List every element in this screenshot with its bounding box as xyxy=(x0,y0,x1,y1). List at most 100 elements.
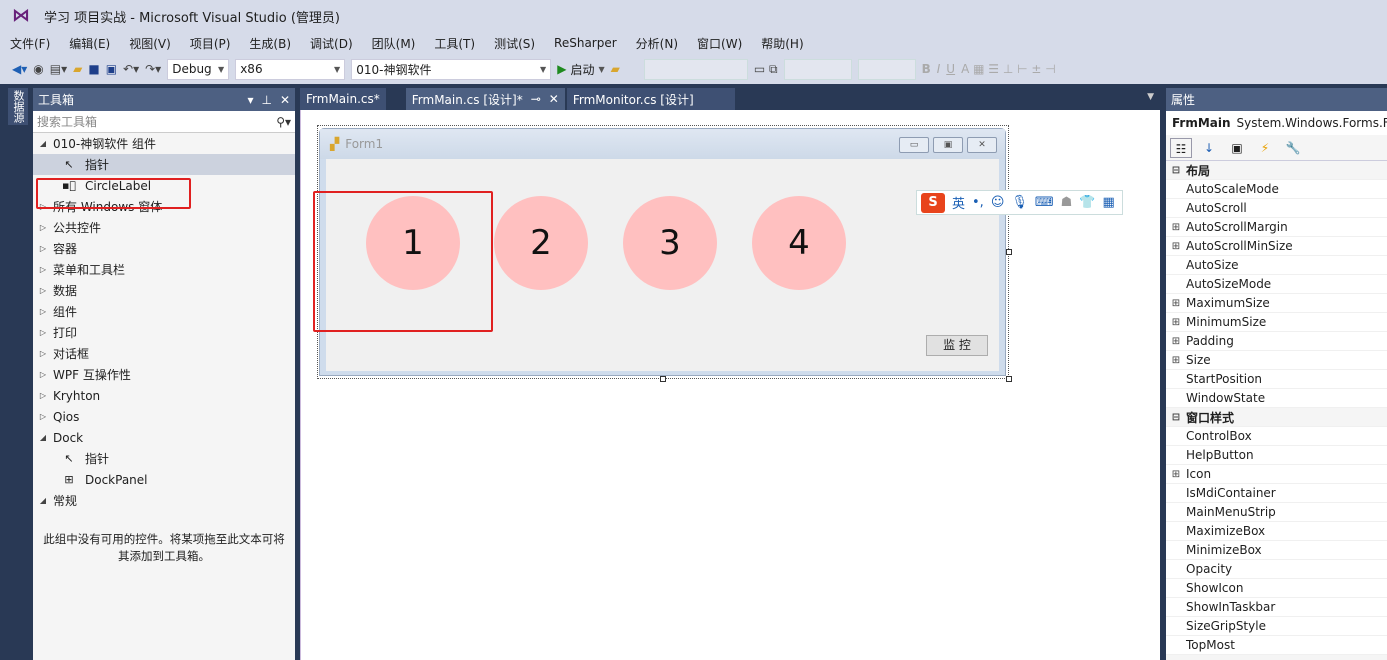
save-all-icon[interactable]: ▣ xyxy=(106,62,117,76)
collapsed-arrow-icon[interactable]: ▷ xyxy=(33,412,53,421)
property-row[interactable]: AutoSize xyxy=(1166,256,1387,275)
keyboard-icon[interactable]: ⌨ xyxy=(1035,195,1054,210)
property-row[interactable]: MinimizeBox xyxy=(1166,541,1387,560)
forward-icon[interactable]: ◉ xyxy=(33,62,43,76)
menu-item[interactable]: 生成(B) xyxy=(249,35,291,52)
expand-icon[interactable]: ⊞ xyxy=(1166,355,1186,366)
collapsed-arrow-icon[interactable]: ▷ xyxy=(33,349,53,358)
property-row[interactable]: ⊞ Icon xyxy=(1166,465,1387,484)
circle-label-3[interactable]: 3 xyxy=(623,196,717,290)
collapsed-arrow-icon[interactable]: ▷ xyxy=(33,328,53,337)
collapsed-arrow-icon[interactable]: ▷ xyxy=(33,265,53,274)
font-name-select[interactable] xyxy=(643,58,748,80)
toolbox-item[interactable]: ↖ 指针 xyxy=(33,448,295,469)
property-row[interactable]: ControlBox xyxy=(1166,427,1387,446)
search-icon[interactable]: ⚲▾ xyxy=(276,115,291,129)
toolbox-group[interactable]: ▷ 数据 xyxy=(33,280,295,301)
property-row[interactable]: IsMdiContainer xyxy=(1166,484,1387,503)
punctuation-icon[interactable]: •, xyxy=(972,195,984,210)
toolbox-group[interactable]: ▷ 容器 xyxy=(33,238,295,259)
toolbox-group[interactable]: ▷ 菜单和工具栏 xyxy=(33,259,295,280)
align-icons[interactable]: A ▦ ☰ ⊥ ⊢ ± ⊣ xyxy=(961,62,1056,76)
format-icon[interactable]: ▭ ⧉ xyxy=(754,62,778,77)
property-row[interactable]: MainMenuStrip xyxy=(1166,503,1387,522)
start-button[interactable]: ▶ 启动 ▼ xyxy=(557,61,604,78)
expand-icon[interactable]: ⊞ xyxy=(1166,469,1186,480)
property-row[interactable]: Opacity xyxy=(1166,560,1387,579)
user-icon[interactable]: ☗ xyxy=(1061,195,1073,210)
toolbox-search[interactable]: 搜索工具箱 ⚲▾ xyxy=(33,111,295,133)
toolbox-item[interactable]: ↖ 指针 xyxy=(33,154,295,175)
property-row[interactable]: AutoScaleMode xyxy=(1166,180,1387,199)
back-icon[interactable]: ◀▾ xyxy=(12,62,27,76)
property-row[interactable]: ⊞ Size xyxy=(1166,351,1387,370)
emoji-icon[interactable]: ☺ xyxy=(991,195,1005,210)
events-icon[interactable]: ⚡ xyxy=(1254,138,1276,158)
tab-frmmain-design[interactable]: FrmMain.cs [设计]* ⊸ ✕ xyxy=(405,88,565,110)
resize-handle[interactable] xyxy=(1006,376,1012,382)
menu-item[interactable]: ReSharper xyxy=(554,36,617,50)
settings-wrench-icon[interactable]: 🔧 xyxy=(1282,138,1304,158)
italic-icon[interactable]: I xyxy=(937,62,941,76)
toolbox-grid-icon[interactable]: ▦ xyxy=(1103,195,1115,210)
collapsed-arrow-icon[interactable]: ▷ xyxy=(33,307,53,316)
collapsed-arrow-icon[interactable]: ▷ xyxy=(33,223,53,232)
menu-item[interactable]: 工具(T) xyxy=(434,35,475,52)
property-row[interactable]: ShowIcon xyxy=(1166,579,1387,598)
collapsed-arrow-icon[interactable]: ▷ xyxy=(33,391,53,400)
property-category[interactable]: ⊟ 窗口样式 xyxy=(1166,408,1387,427)
open-icon[interactable]: ▰ xyxy=(73,62,82,76)
circle-label-2[interactable]: 2 xyxy=(494,196,588,290)
toolbox-group[interactable]: ▷ 组件 xyxy=(33,301,295,322)
save-icon[interactable]: ■ xyxy=(88,62,99,76)
toolbox-group[interactable]: ▷ 公共控件 xyxy=(33,217,295,238)
toolbox-search-input[interactable]: 搜索工具箱 xyxy=(37,113,97,130)
expand-icon[interactable]: ⊞ xyxy=(1166,222,1186,233)
toolbox-group[interactable]: ◢ 010-神钢软件 组件 xyxy=(33,133,295,154)
property-row[interactable]: WindowState xyxy=(1166,389,1387,408)
expand-icon[interactable]: ⊞ xyxy=(1166,317,1186,328)
expand-icon[interactable]: ⊞ xyxy=(1166,298,1186,309)
underline-icon[interactable]: U xyxy=(946,62,955,76)
expanded-arrow-icon[interactable]: ◢ xyxy=(33,433,53,442)
menu-item[interactable]: 项目(P) xyxy=(190,35,231,52)
property-row[interactable]: StartPosition xyxy=(1166,370,1387,389)
property-row[interactable]: ⊞ MinimumSize xyxy=(1166,313,1387,332)
toolbox-group[interactable]: ◢ 常规 xyxy=(33,490,295,511)
platform-select[interactable]: x86 ▼ xyxy=(235,58,346,80)
property-row[interactable]: ⊞ AutoScrollMinSize xyxy=(1166,237,1387,256)
close-icon[interactable]: ✕ xyxy=(549,92,559,106)
collapse-icon[interactable]: ⊟ xyxy=(1166,165,1186,176)
microphone-icon[interactable]: 🎙 xyxy=(1011,195,1028,210)
pin-icon[interactable]: ⊸ xyxy=(531,92,541,106)
tab-frmmonitor-design[interactable]: FrmMonitor.cs [设计] xyxy=(566,88,735,110)
data-sources-tab[interactable]: 数据源 xyxy=(8,88,28,125)
toolbox-item[interactable]: ⊞ DockPanel xyxy=(33,469,295,490)
categorized-icon[interactable]: ☷ xyxy=(1170,137,1192,158)
property-row[interactable]: TopMost xyxy=(1166,636,1387,655)
alphabetical-icon[interactable]: ↓ xyxy=(1198,138,1220,158)
style-select[interactable] xyxy=(857,58,916,80)
menu-item[interactable]: 调试(D) xyxy=(310,35,353,52)
toolbox-group[interactable]: ▷ Kryhton xyxy=(33,385,295,406)
property-row[interactable]: MaximizeBox xyxy=(1166,522,1387,541)
circle-label-4[interactable]: 4 xyxy=(752,196,846,290)
undo-icon[interactable]: ↶▾ xyxy=(123,62,139,76)
menu-item[interactable]: 文件(F) xyxy=(10,35,50,52)
expanded-arrow-icon[interactable]: ◢ xyxy=(33,496,53,505)
menu-item[interactable]: 分析(N) xyxy=(636,35,678,52)
property-category[interactable]: ⊟ 布局 xyxy=(1166,161,1387,180)
tab-frmmain-cs[interactable]: FrmMain.cs* xyxy=(300,88,386,110)
expand-icon[interactable]: ⊞ xyxy=(1166,336,1186,347)
resize-handle[interactable] xyxy=(660,376,666,382)
property-pages-icon[interactable]: ▣ xyxy=(1226,138,1248,158)
expand-icon[interactable]: ⊞ xyxy=(1166,241,1186,252)
configuration-select[interactable]: Debug ▼ xyxy=(167,58,230,80)
menu-item[interactable]: 测试(S) xyxy=(494,35,535,52)
monitor-button[interactable]: 监 控 xyxy=(926,335,988,356)
menu-item[interactable]: 帮助(H) xyxy=(761,35,803,52)
toolbox-group[interactable]: ▷ Qios xyxy=(33,406,295,427)
property-row[interactable]: SizeGripStyle xyxy=(1166,617,1387,636)
collapsed-arrow-icon[interactable]: ▷ xyxy=(33,286,53,295)
toolbox-group[interactable]: ▷ WPF 互操作性 xyxy=(33,364,295,385)
